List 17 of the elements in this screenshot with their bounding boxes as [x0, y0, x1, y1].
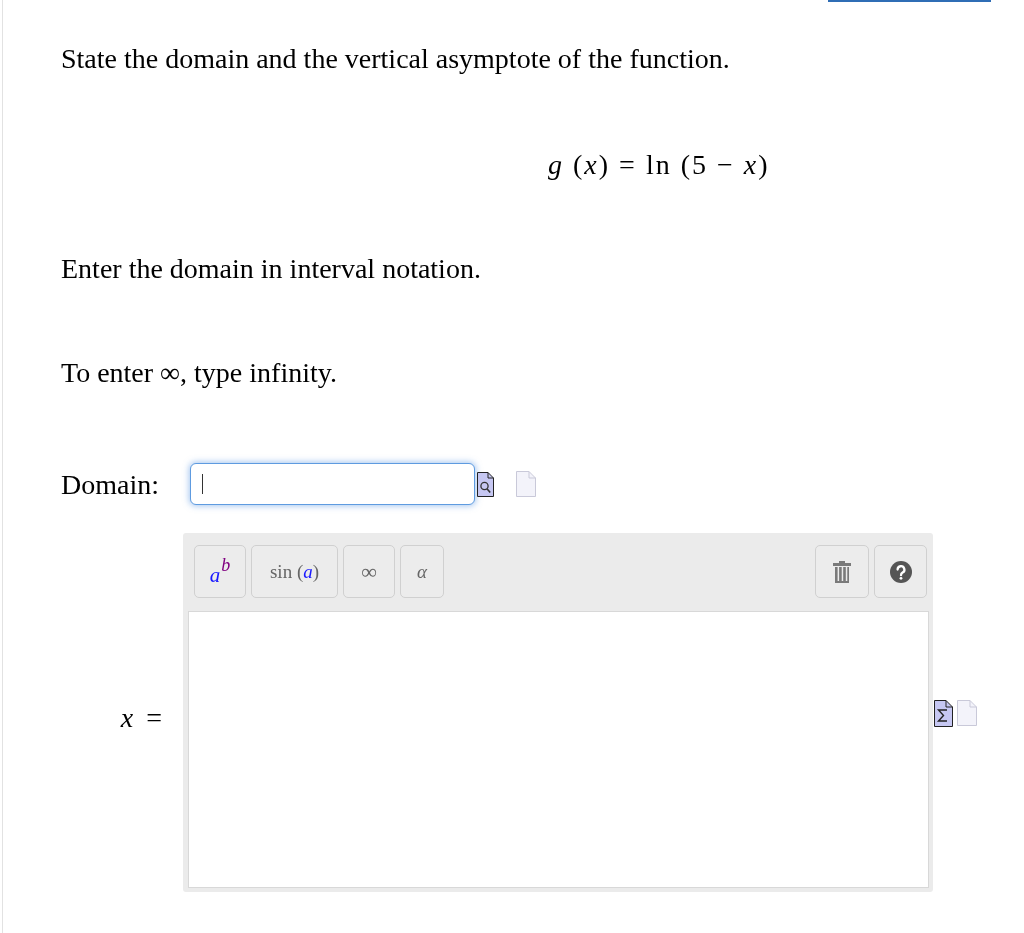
instruction-text: Enter the domain in interval notation. [61, 252, 481, 285]
preview-icon[interactable] [477, 471, 494, 497]
symbol-button[interactable]: ∞ [343, 545, 395, 598]
variable-label: x = [120, 701, 165, 734]
domain-input-field[interactable] [190, 463, 475, 505]
instruction-text: To enter ∞, type infinity. [61, 356, 337, 389]
domain-label: Domain: [61, 467, 159, 501]
function-formula: g (x) = ln (5 − x) [548, 148, 770, 182]
function-button[interactable]: sin (a) [251, 545, 338, 598]
help-icon [889, 560, 912, 583]
delete-button[interactable] [815, 545, 869, 598]
sigma-document-icon[interactable] [934, 700, 953, 727]
help-button[interactable] [874, 545, 927, 598]
question-text: State the domain and the vertical asymptote of the function. [61, 42, 730, 75]
symbol-button[interactable]: α [400, 545, 444, 598]
text-cursor [202, 474, 203, 494]
trash-icon [833, 560, 851, 583]
